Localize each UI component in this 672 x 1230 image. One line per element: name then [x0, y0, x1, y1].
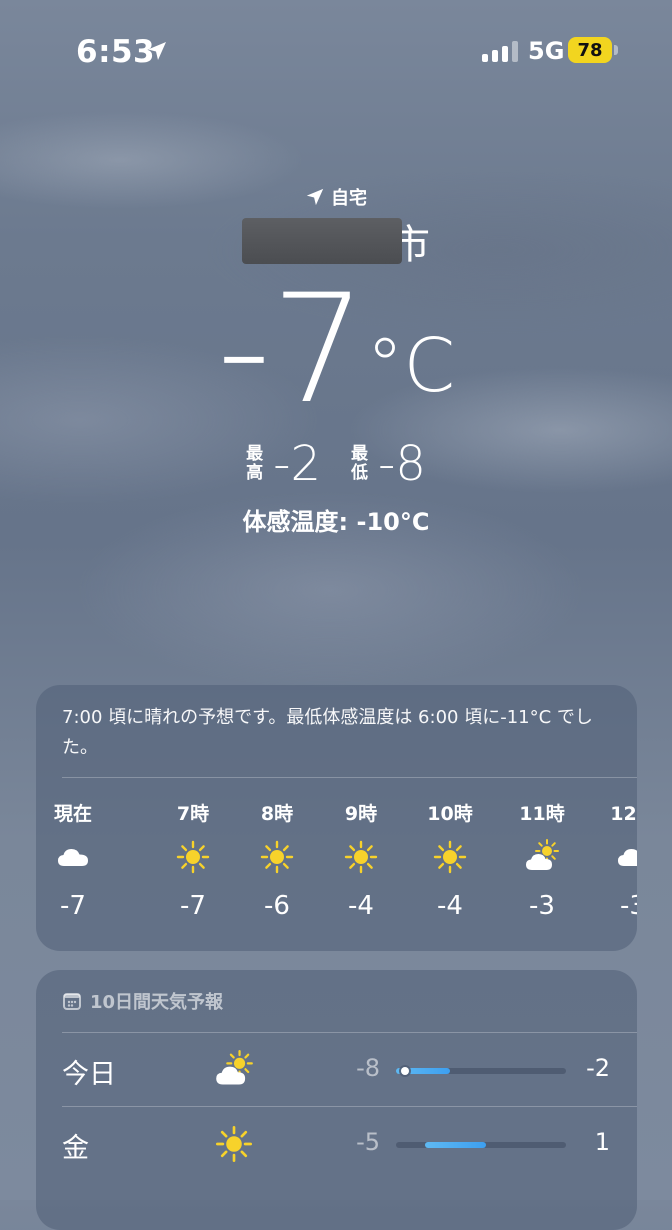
hour-temperature: -4 — [437, 891, 463, 921]
high-label: 最高 — [246, 444, 264, 483]
battery-icon: 78 — [568, 37, 612, 63]
ten-day-title: 10日間天気予報 — [90, 992, 224, 1013]
temperature-range-bar — [396, 1067, 566, 1075]
cloud-icon — [615, 839, 637, 875]
hour-temperature: -3 — [620, 891, 637, 921]
day-high: 1 — [594, 1128, 610, 1156]
hour-temperature: -7 — [60, 891, 86, 921]
hour-label: 10時 — [427, 803, 473, 825]
low-label: 最低 — [351, 444, 368, 483]
day-high: -2 — [586, 1054, 610, 1082]
forecast-summary: 7:00 頃に晴れの予想です。最低体感温度は 6:00 頃に-11°C でした。 — [62, 707, 593, 758]
day-name: 金 — [62, 1133, 89, 1164]
sun-icon — [259, 839, 295, 875]
high-low: 最高 -2 最低 -8 — [0, 436, 672, 492]
sun-icon — [175, 839, 211, 875]
ten-day-header: 10日間天気予報 — [62, 988, 223, 1014]
day-low: -8 — [356, 1054, 380, 1082]
redaction-box — [242, 218, 402, 264]
status-bar: 6:53 5G 78 — [0, 0, 672, 100]
cloud-icon — [55, 839, 91, 875]
hour-label: 12時 — [610, 803, 637, 825]
feels-like: 体感温度: -10°C — [242, 508, 430, 536]
day-row[interactable]: 金 -5 1 — [36, 1106, 637, 1180]
day-low: -5 — [356, 1128, 380, 1156]
sun-icon — [214, 1124, 254, 1164]
location-arrow-icon — [306, 188, 324, 206]
calendar-icon — [63, 993, 81, 1010]
partly-cloudy-icon — [524, 839, 560, 875]
hour-label: 11時 — [519, 803, 565, 825]
battery-cap — [614, 45, 618, 55]
divider — [62, 777, 637, 778]
current-temperature: -7°C — [0, 270, 672, 430]
hourly-scroll[interactable]: 現在 -7 7時 -7 8時 -6 9時 -4 10時 -4 11時 -3 12時 -3 — [36, 795, 637, 945]
temperature-range-bar — [396, 1142, 566, 1148]
hour-temperature: -4 — [348, 891, 374, 921]
temperature-value: -7 — [216, 263, 367, 437]
day-name: 今日 — [62, 1059, 116, 1090]
hour-label: 8時 — [260, 803, 294, 825]
location-tag: 自宅 — [0, 184, 672, 210]
hour-temperature: -3 — [529, 891, 555, 921]
status-time: 6:53 — [76, 34, 156, 70]
hour-temperature: -7 — [180, 891, 206, 921]
sun-icon — [432, 839, 468, 875]
hour-label: 7時 — [176, 803, 210, 825]
high-temperature: -2 — [273, 436, 321, 492]
temperature-range-fill — [424, 1142, 487, 1148]
ten-day-forecast-card[interactable]: 10日間天気予報 今日 -8 -2 金 -5 1 — [36, 970, 637, 1230]
hour-label: 現在 — [53, 803, 92, 825]
hour-temperature: -6 — [264, 891, 290, 921]
sun-icon — [343, 839, 379, 875]
current-temp-marker — [400, 1067, 409, 1075]
cellular-signal-icon — [482, 40, 518, 62]
low-temperature: -8 — [378, 436, 426, 492]
day-row[interactable]: 今日 -8 -2 — [36, 1032, 637, 1106]
location-arrow-icon — [148, 42, 166, 60]
hourly-forecast-card[interactable]: 7:00 頃に晴れの予想です。最低体感温度は 6:00 頃に-11°C でした。… — [36, 685, 637, 951]
network-type: 5G — [528, 37, 565, 65]
location-label: 自宅 — [331, 188, 367, 209]
temperature-unit: °C — [366, 323, 456, 409]
hour-label: 9時 — [344, 803, 378, 825]
partly-cloudy-icon — [214, 1050, 254, 1090]
